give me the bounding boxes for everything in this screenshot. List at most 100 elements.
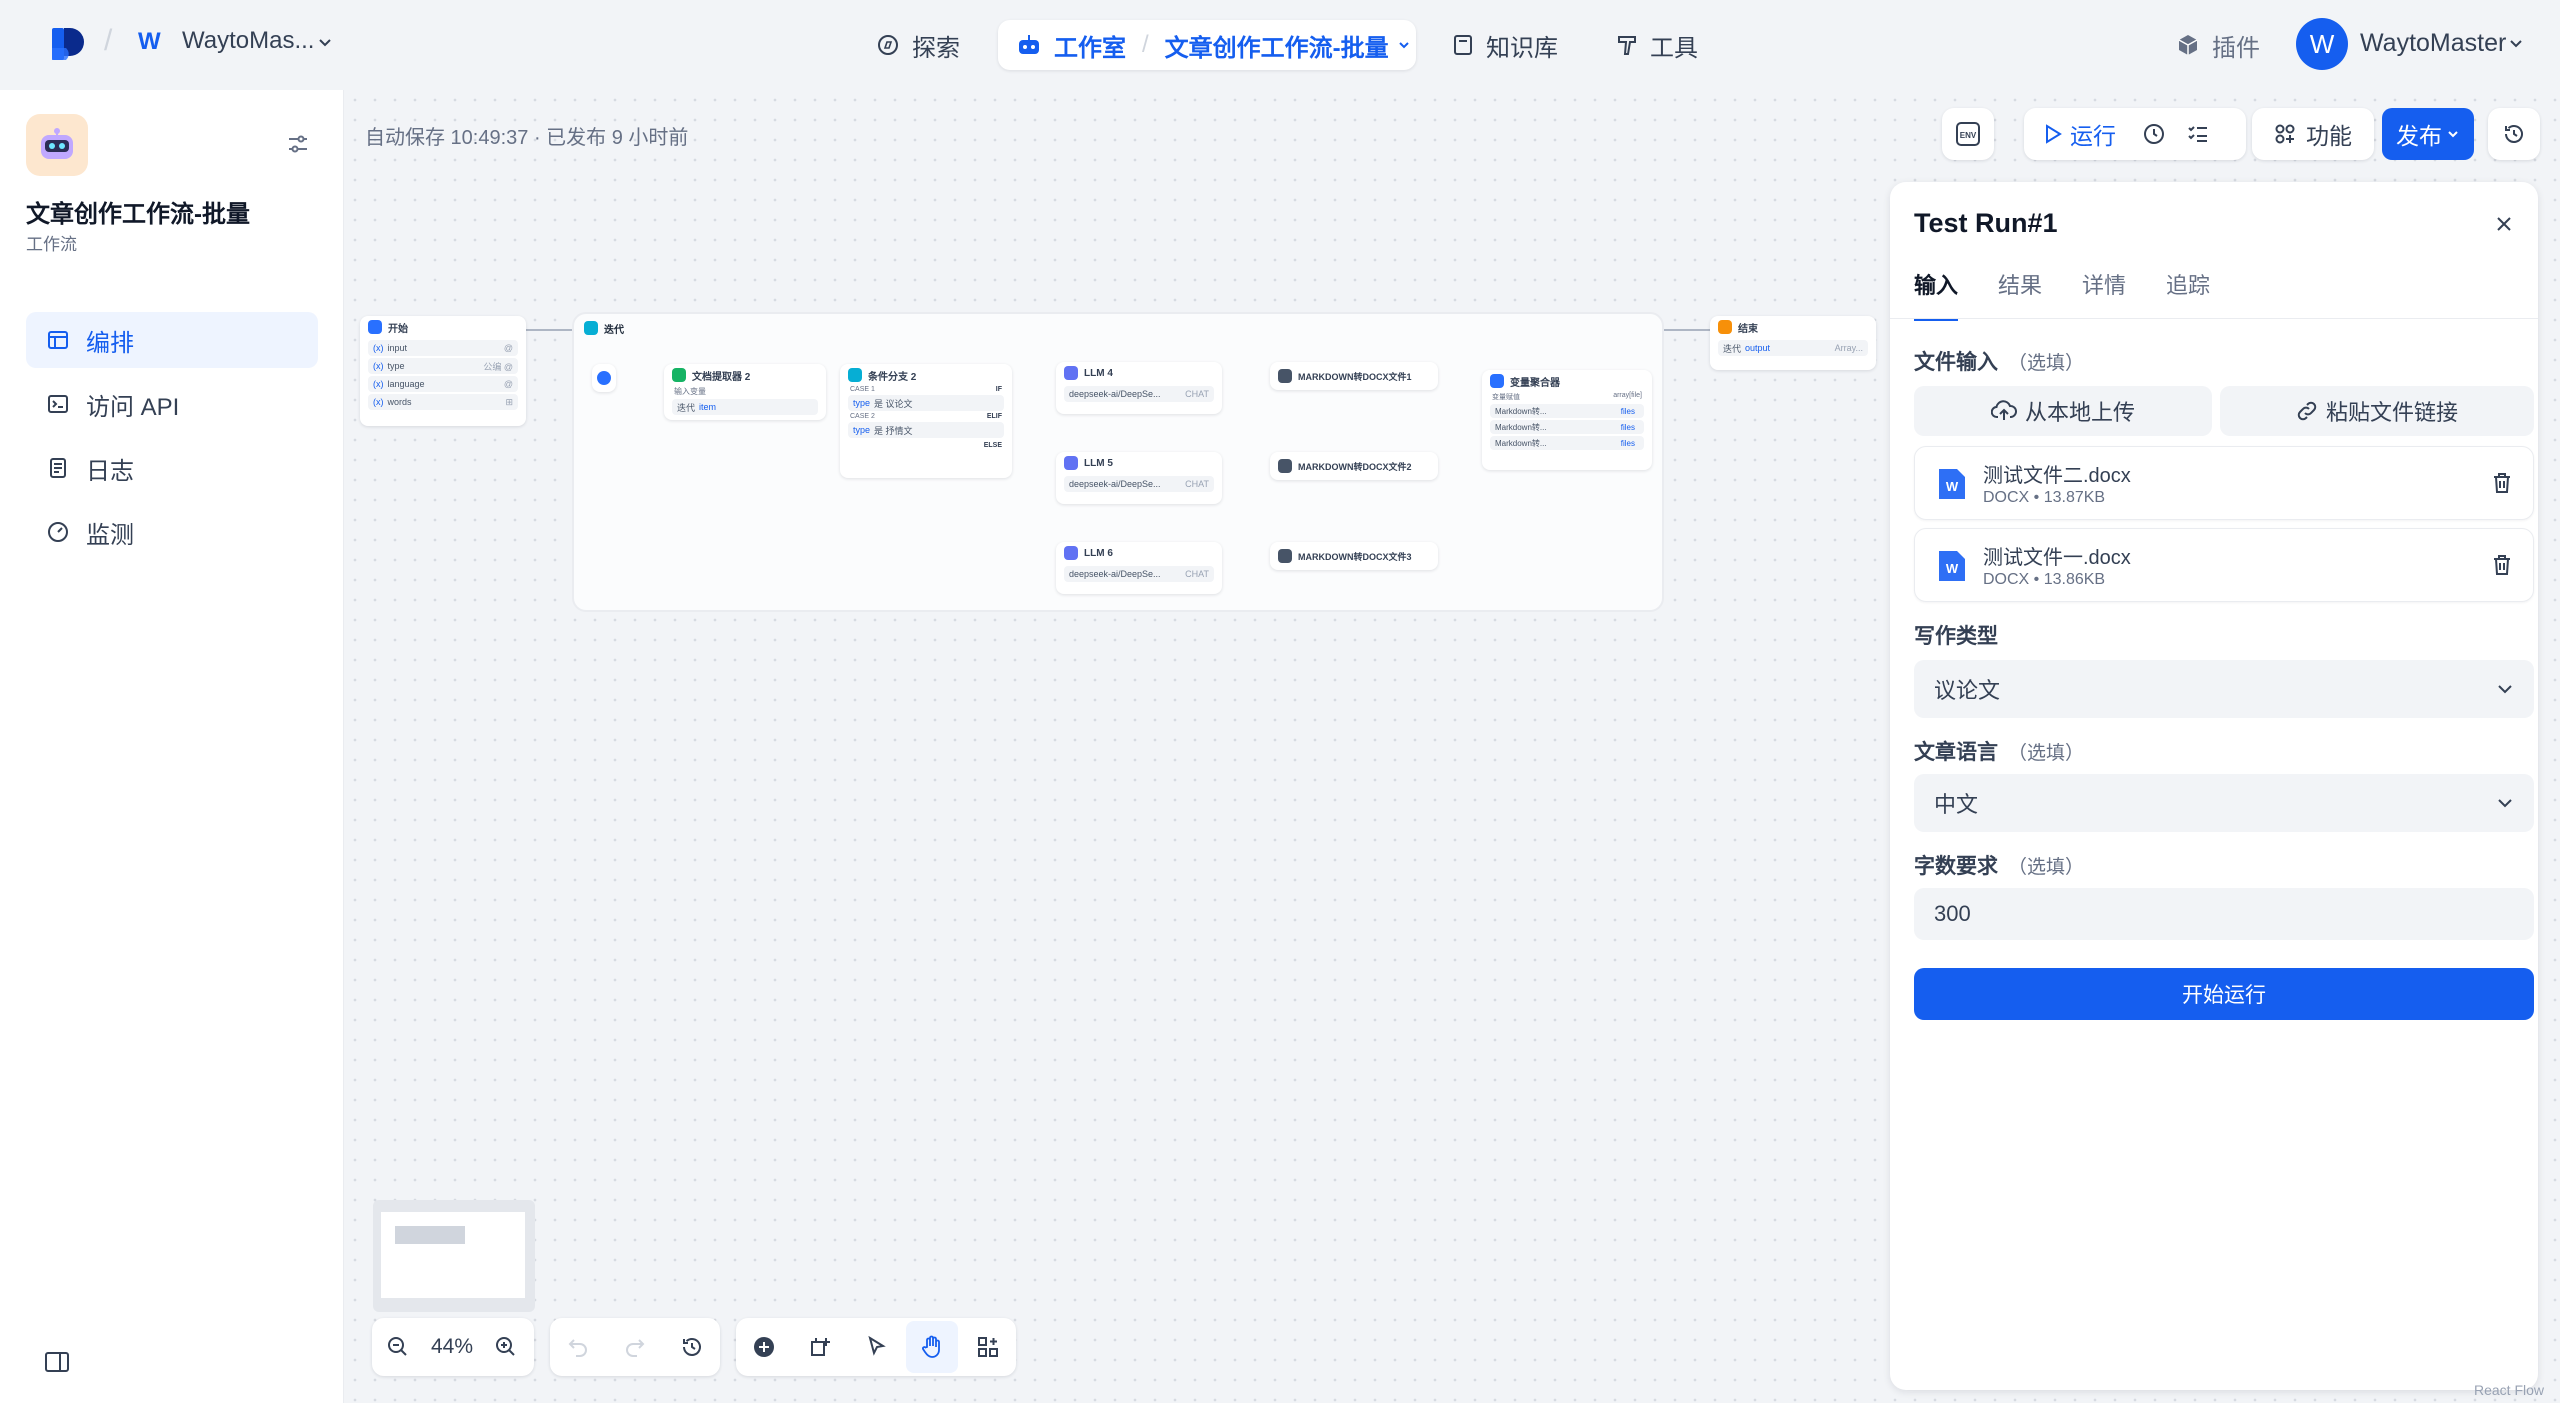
var-type: array[file]: [1613, 392, 1642, 399]
minimap-viewport: [381, 1212, 525, 1298]
redo-button[interactable]: [609, 1321, 661, 1373]
file-input-label: 文件输入 （选填）: [1914, 346, 2084, 376]
node-title: MARKDOWN转DOCX文件2: [1298, 461, 1412, 472]
pointer-mode-button[interactable]: [850, 1321, 902, 1373]
var-name: output: [1745, 343, 1771, 353]
llm-icon: [1064, 366, 1078, 380]
words-input[interactable]: 300: [1914, 888, 2534, 940]
var-name: files: [1620, 422, 1635, 432]
node-title: MARKDOWN转DOCX文件3: [1298, 551, 1412, 562]
tab-input[interactable]: 输入: [1914, 268, 1959, 321]
branch-icon: [848, 368, 862, 382]
var-source: Markdown转...: [1495, 438, 1547, 448]
upload-local-button[interactable]: 从本地上传: [1914, 386, 2212, 436]
condition-var: type: [853, 398, 871, 408]
minimap-nodes: [395, 1226, 465, 1244]
cursor-icon: [868, 1335, 886, 1356]
selected-value: 中文: [1934, 792, 1979, 817]
zoom-in-icon: [496, 1337, 515, 1356]
model-tag: CHAT: [1185, 569, 1209, 579]
start-run-button[interactable]: 开始运行: [1914, 968, 2534, 1020]
svg-text:W: W: [1946, 561, 1959, 576]
hand-icon: [922, 1335, 940, 1358]
change-history-button[interactable]: [666, 1321, 718, 1373]
condition-var: type: [853, 425, 871, 435]
trash-icon[interactable]: [2491, 471, 2513, 495]
var-name: files: [1620, 406, 1635, 416]
writing-type-select[interactable]: 议论文: [1914, 660, 2534, 718]
node-end[interactable]: 结束 迭代 output Array...: [1710, 316, 1876, 370]
node-markdown-docx-1[interactable]: MARKDOWN转DOCX文件1: [1270, 362, 1438, 390]
md-icon: [1278, 549, 1292, 563]
node-iteration-title: 迭代: [604, 324, 624, 336]
file-name: 测试文件二.docx: [1983, 465, 2131, 487]
upload-local-label: 从本地上传: [2024, 400, 2135, 425]
node-llm-4[interactable]: LLM 4 deepseek-ai/DeepSe... CHAT: [1056, 362, 1222, 414]
label-text: 文件输入: [1914, 351, 1998, 374]
stop-icon: [1718, 320, 1732, 334]
var-name: item: [699, 402, 717, 412]
trash-icon[interactable]: [2491, 553, 2513, 577]
node-variable-aggregator[interactable]: 变量聚合器 变量赋值 array[file] Markdown转... files …: [1482, 370, 1652, 470]
divider: [1890, 318, 2538, 319]
node-title: LLM 5: [1084, 457, 1113, 469]
add-note-button[interactable]: [794, 1321, 846, 1373]
tab-result[interactable]: 结果: [1998, 268, 2042, 321]
word-doc-icon: W: [1939, 551, 1965, 581]
add-node-button[interactable]: [738, 1321, 790, 1373]
var-type: @: [503, 343, 513, 353]
node-markdown-docx-3[interactable]: MARKDOWN转DOCX文件3: [1270, 542, 1438, 570]
node-markdown-docx-2[interactable]: MARKDOWN转DOCX文件2: [1270, 452, 1438, 480]
file-name: 测试文件一.docx: [1983, 547, 2131, 569]
paste-link-label: 粘贴文件链接: [2325, 400, 2458, 425]
optional-tag: （选填）: [2008, 857, 2085, 878]
var-source: 迭代: [677, 402, 696, 413]
tab-detail[interactable]: 详情: [2082, 268, 2126, 321]
chevron-down-icon: [2498, 685, 2512, 694]
redo-icon: [625, 1339, 645, 1357]
language-select[interactable]: 中文: [1914, 774, 2534, 832]
word-doc-icon: W: [1939, 469, 1965, 499]
react-flow-attribution[interactable]: React Flow: [2474, 1382, 2544, 1398]
node-subtitle: 输入变量: [674, 387, 706, 396]
zoom-level[interactable]: 44%: [424, 1335, 480, 1359]
undo-button[interactable]: [552, 1321, 604, 1373]
node-start[interactable]: 开始 (x) input @ (x) type 公编 @ (x) language @ (x…: [360, 316, 526, 426]
label-text: 文章语言: [1914, 741, 1998, 764]
node-doc-extractor[interactable]: 文档提取器 2 输入变量 迭代 item: [664, 364, 826, 420]
zoom-toolbar: 44%: [372, 1318, 534, 1376]
var-source: Markdown转...: [1495, 422, 1547, 432]
zoom-in-button[interactable]: [480, 1321, 532, 1373]
node-llm-5[interactable]: LLM 5 deepseek-ai/DeepSe... CHAT: [1056, 452, 1222, 504]
node-title: LLM 4: [1084, 367, 1113, 379]
home-icon: [368, 320, 382, 334]
aggregator-icon: [1490, 374, 1504, 388]
hand-mode-button[interactable]: [906, 1321, 958, 1373]
iteration-icon: [584, 321, 598, 335]
node-start-title: 开始: [388, 323, 408, 335]
var-type: 公编 @: [483, 361, 513, 372]
zoom-out-button[interactable]: [372, 1321, 424, 1373]
md-icon: [1278, 459, 1292, 473]
iteration-start[interactable]: [592, 364, 616, 392]
case-label: CASE 1: [850, 386, 875, 393]
model-name: deepseek-ai/DeepSe...: [1069, 389, 1161, 399]
node-if-else[interactable]: 条件分支 2 CASE 1 IF type 是 议论文 CASE 2 ELIF typ…: [840, 364, 1012, 478]
close-icon[interactable]: [2494, 214, 2514, 234]
language-label: 文章语言 （选填）: [1914, 736, 2084, 766]
label-text: 字数要求: [1914, 855, 1998, 878]
node-title: LLM 6: [1084, 547, 1113, 559]
organize-button[interactable]: [962, 1321, 1014, 1373]
panel-tabs: 输入 结果 详情 追踪: [1914, 268, 2250, 321]
node-llm-6[interactable]: LLM 6 deepseek-ai/DeepSe... CHAT: [1056, 542, 1222, 594]
layout-grid-icon: [978, 1337, 998, 1357]
tab-tracing[interactable]: 追踪: [2166, 268, 2210, 321]
var-name: language: [387, 379, 425, 389]
link-icon: [2297, 401, 2317, 421]
words-label: 字数要求 （选填）: [1914, 850, 2084, 880]
file-item: W 测试文件一.docx DOCX • 13.86KB: [1914, 528, 2534, 602]
llm-icon: [1064, 456, 1078, 470]
if-label: IF: [995, 386, 1002, 393]
paste-link-button[interactable]: 粘贴文件链接: [2220, 386, 2534, 436]
minimap[interactable]: [373, 1200, 535, 1312]
